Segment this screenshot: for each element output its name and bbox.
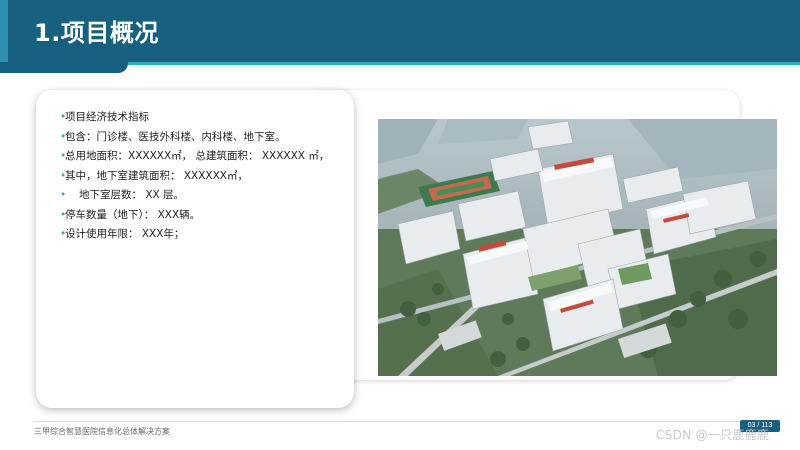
info-list: •项目经济技术指标 •包含：门诊楼、医技外科楼、内科楼、地下室。 •总用地面积：… [60, 108, 350, 245]
header-bar: 1.项目概况 [0, 0, 800, 62]
info-item-basement-area: •其中，地下室建筑面积： XXXXXX㎡， [60, 167, 350, 187]
hospital-aerial-image [378, 119, 777, 376]
faint-divider [130, 66, 800, 67]
info-item-area: •总用地面积：XXXXXX㎡， 总建筑面积： XXXXXX ㎡， [60, 147, 350, 167]
info-card: •项目经济技术指标 •包含：门诊楼、医技外科楼、内科楼、地下室。 •总用地面积：… [36, 90, 354, 408]
footer-divider [34, 421, 770, 422]
info-item-buildings: •包含：门诊楼、医技外科楼、内科楼、地下室。 [60, 128, 350, 148]
csdn-watermark: CSDN @一只鹿鹿鹿 [656, 428, 770, 442]
footer-doc-title: 三甲综合智慧医院信息化总体解决方案 [34, 427, 170, 436]
bullet-dot: • [60, 189, 67, 201]
page-title: 1.项目概况 [34, 19, 159, 47]
header-tab-decoration [0, 62, 128, 73]
header-accent [0, 0, 8, 62]
info-item-design-life: •设计使用年限： XXX年； [60, 225, 350, 245]
info-item-basement-floors: • 地下室层数： XX 层。 [60, 186, 350, 206]
info-item-indicators: •项目经济技术指标 [60, 108, 350, 128]
info-item-parking: •停车数量（地下）： XXX辆。 [60, 206, 350, 226]
